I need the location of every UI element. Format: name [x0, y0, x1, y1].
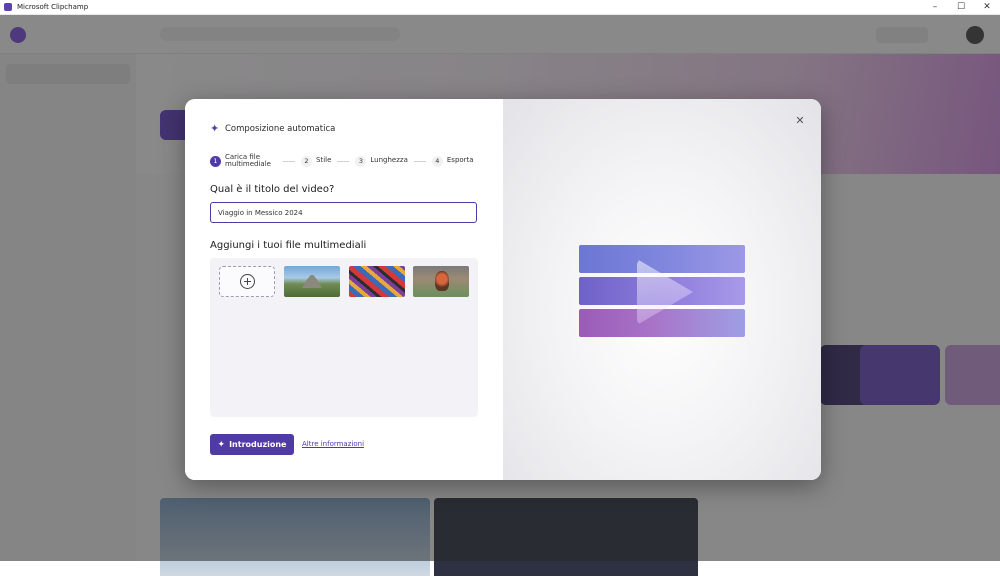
media-drop-area[interactable] — [210, 258, 478, 417]
step-separator — [413, 160, 426, 162]
step-separator — [337, 160, 350, 162]
close-icon[interactable]: ✕ — [794, 115, 806, 127]
step-export: 4 Esporta — [431, 155, 474, 167]
video-title-input[interactable] — [210, 202, 477, 223]
media-thumbnail-portrait[interactable] — [413, 266, 469, 297]
media-thumbnail-mural[interactable] — [349, 266, 405, 297]
film-strip-bar — [579, 309, 745, 337]
media-thumbnail-pyramid[interactable] — [284, 266, 340, 297]
video-play-illustration — [579, 245, 745, 341]
plus-circle-icon — [239, 274, 255, 289]
window-controls: – ☐ ✕ — [922, 0, 1000, 14]
window-close-button[interactable]: ✕ — [974, 0, 1000, 14]
step-upload-media: 1 Carica file multimediale — [210, 152, 277, 169]
video-title-label: Qual è il titolo del video? — [210, 184, 335, 195]
introduction-button-label: Introduzione — [229, 440, 287, 449]
sparkle-icon: ✦ — [210, 122, 220, 135]
add-media-button[interactable] — [219, 266, 275, 297]
more-info-link[interactable]: Altre informazioni — [302, 440, 364, 448]
step-label: Stile — [316, 156, 332, 165]
stepper: 1 Carica file multimediale 2 Stile 3 Lun… — [210, 152, 480, 170]
film-strip-bar — [579, 245, 745, 273]
window-title: Microsoft Clipchamp — [17, 3, 89, 11]
minimize-button[interactable]: – — [922, 0, 948, 14]
window-titlebar: Microsoft Clipchamp – ☐ ✕ — [0, 0, 1000, 15]
step-separator — [283, 160, 295, 162]
step-label: Lunghezza — [370, 156, 408, 165]
sparkle-icon: ✦ — [217, 439, 226, 450]
dialog-form-pane: ✦ Composizione automatica 1 Carica file … — [185, 99, 503, 480]
step-style: 2 Stile — [301, 155, 332, 167]
step-number: 4 — [431, 155, 443, 167]
step-number: 1 — [210, 155, 221, 167]
step-number: 2 — [301, 155, 312, 167]
media-section-heading: Aggiungi i tuoi file multimediali — [210, 240, 367, 251]
dialog-illustration-pane: ✕ — [503, 99, 821, 480]
step-number: 3 — [355, 155, 367, 167]
dialog-title: Composizione automatica — [225, 124, 336, 134]
introduction-button[interactable]: ✦ Introduzione — [210, 434, 294, 455]
maximize-button[interactable]: ☐ — [948, 0, 974, 14]
step-label: Carica file multimediale — [225, 152, 271, 168]
step-label: Esporta — [446, 156, 474, 165]
clipchamp-app-icon — [4, 3, 12, 11]
auto-compose-dialog: ✦ Composizione automatica 1 Carica file … — [185, 99, 821, 480]
dialog-header: ✦ Composizione automatica — [210, 123, 335, 135]
step-length: 3 Lunghezza — [355, 155, 408, 167]
